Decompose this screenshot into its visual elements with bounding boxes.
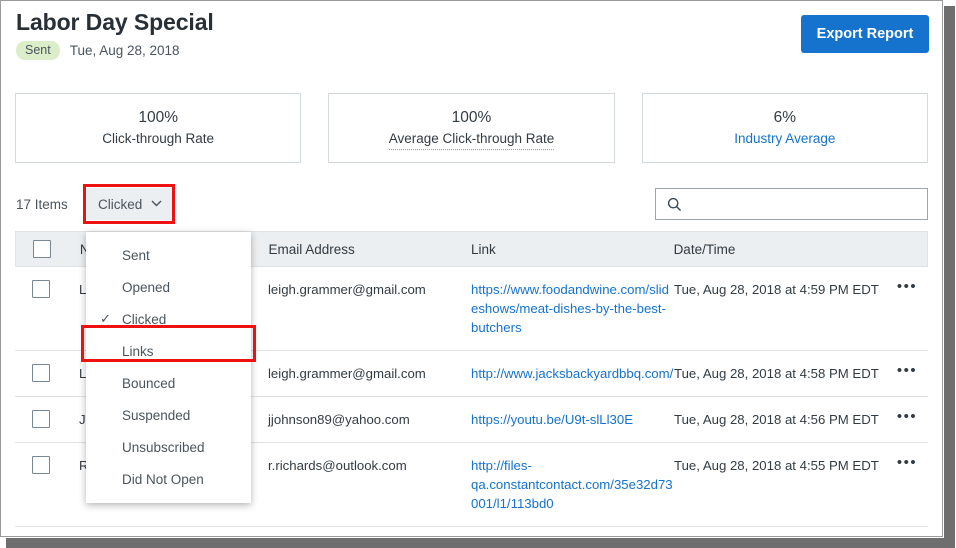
- menu-item-did-not-open[interactable]: Did Not Open: [86, 463, 251, 495]
- menu-item-opened[interactable]: Opened: [86, 271, 251, 303]
- column-header-datetime[interactable]: Date/Time: [674, 242, 886, 257]
- menu-item-suspended[interactable]: Suspended: [86, 399, 251, 431]
- cell-datetime: Tue, Aug 28, 2018 at 4:55 PM EDT: [674, 458, 879, 473]
- search-input[interactable]: [682, 196, 927, 212]
- items-count: 17 Items: [16, 197, 68, 212]
- menu-item-label: Opened: [122, 279, 171, 295]
- menu-item-label: Sent: [122, 247, 150, 263]
- select-all-cell: [16, 240, 68, 258]
- menu-item-label: Did Not Open: [122, 471, 204, 487]
- cell-link[interactable]: http://files-qa.constantcontact.com/35e3…: [471, 456, 674, 513]
- check-icon: ✓: [100, 311, 111, 326]
- stat-label-tooltip[interactable]: Average Click-through Rate: [388, 129, 555, 150]
- export-report-button[interactable]: Export Report: [801, 15, 929, 53]
- cell-email: leigh.grammer@gmail.com: [268, 282, 426, 297]
- cell-datetime: Tue, Aug 28, 2018 at 4:56 PM EDT: [674, 412, 879, 427]
- stat-value: 6%: [773, 109, 797, 126]
- row-checkbox[interactable]: [32, 280, 50, 298]
- page-title: Labor Day Special: [16, 9, 214, 35]
- menu-item-links[interactable]: Links: [86, 335, 251, 367]
- cell-link[interactable]: https://youtu.be/U9t-slLl30E: [471, 410, 674, 429]
- cell-link[interactable]: https://www.foodandwine.com/slideshows/m…: [471, 280, 674, 337]
- row-actions-cell: •••: [886, 455, 928, 470]
- menu-item-label: Suspended: [122, 407, 191, 423]
- cell-link[interactable]: http://www.jacksbackyardbbq.com/: [471, 364, 674, 383]
- row-overflow-menu-icon[interactable]: •••: [897, 363, 917, 378]
- window-shadow-right: [944, 6, 955, 546]
- stats-cards: 100% Click-through Rate 100% Average Cli…: [15, 93, 928, 163]
- stat-card-average-click-through-rate: 100% Average Click-through Rate: [328, 93, 615, 163]
- row-select-cell: [15, 456, 67, 474]
- cell-email: leigh.grammer@gmail.com: [268, 366, 426, 381]
- stat-card-click-through-rate: 100% Click-through Rate: [15, 93, 302, 163]
- filter-dropdown-menu: Sent Opened ✓ Clicked Links Bounced Susp…: [81, 232, 256, 503]
- menu-item-label: Links: [122, 343, 154, 359]
- page-header: Labor Day Special Sent Tue, Aug 28, 2018…: [1, 1, 942, 79]
- table-toolbar: 17 Items Clicked: [1, 184, 942, 225]
- menu-item-label: Clicked: [122, 311, 167, 327]
- filter-dropdown-label: Clicked: [98, 196, 143, 212]
- industry-average-link[interactable]: Industry Average: [734, 129, 835, 149]
- select-all-checkbox[interactable]: [32, 240, 51, 258]
- row-checkbox[interactable]: [32, 410, 50, 428]
- column-header-link[interactable]: Link: [471, 242, 674, 257]
- cell-email: r.richards@outlook.com: [268, 458, 407, 473]
- menu-item-label: Bounced: [122, 375, 176, 391]
- search-box[interactable]: [655, 188, 928, 220]
- cell-email: jjohnson89@yahoo.com: [268, 412, 410, 427]
- row-checkbox[interactable]: [32, 364, 50, 382]
- menu-item-label: Unsubscribed: [122, 439, 205, 455]
- menu-item-clicked[interactable]: ✓ Clicked: [86, 303, 251, 335]
- row-overflow-menu-icon[interactable]: •••: [897, 409, 917, 424]
- filter-dropdown-button[interactable]: Clicked: [87, 188, 174, 220]
- chevron-down-icon: [151, 199, 162, 210]
- stat-label: Click-through Rate: [102, 131, 215, 146]
- row-select-cell: [15, 364, 67, 382]
- row-select-cell: [15, 410, 67, 428]
- stat-value: 100%: [451, 108, 492, 126]
- status-badge: Sent: [16, 41, 60, 60]
- row-checkbox[interactable]: [32, 456, 50, 474]
- stat-value: 100%: [138, 109, 178, 126]
- header-subline: Sent Tue, Aug 28, 2018: [16, 41, 180, 60]
- row-select-cell: [15, 280, 67, 298]
- row-overflow-menu-icon[interactable]: •••: [897, 279, 917, 294]
- row-actions-cell: •••: [886, 279, 928, 294]
- menu-item-sent[interactable]: Sent: [86, 239, 251, 271]
- report-window: Labor Day Special Sent Tue, Aug 28, 2018…: [0, 0, 943, 537]
- row-actions-cell: •••: [886, 363, 928, 378]
- row-overflow-menu-icon[interactable]: •••: [897, 455, 917, 470]
- window-shadow-bottom: [6, 538, 955, 548]
- menu-item-bounced[interactable]: Bounced: [86, 367, 251, 399]
- cell-datetime: Tue, Aug 28, 2018 at 4:58 PM EDT: [674, 366, 879, 381]
- stat-card-industry-average: 6% Industry Average: [641, 93, 928, 163]
- cell-datetime: Tue, Aug 28, 2018 at 4:59 PM EDT: [674, 282, 879, 297]
- column-header-email[interactable]: Email Address: [268, 242, 471, 257]
- row-actions-cell: •••: [886, 409, 928, 424]
- search-icon: [667, 197, 682, 212]
- menu-item-unsubscribed[interactable]: Unsubscribed: [86, 431, 251, 463]
- sent-date: Tue, Aug 28, 2018: [69, 43, 180, 58]
